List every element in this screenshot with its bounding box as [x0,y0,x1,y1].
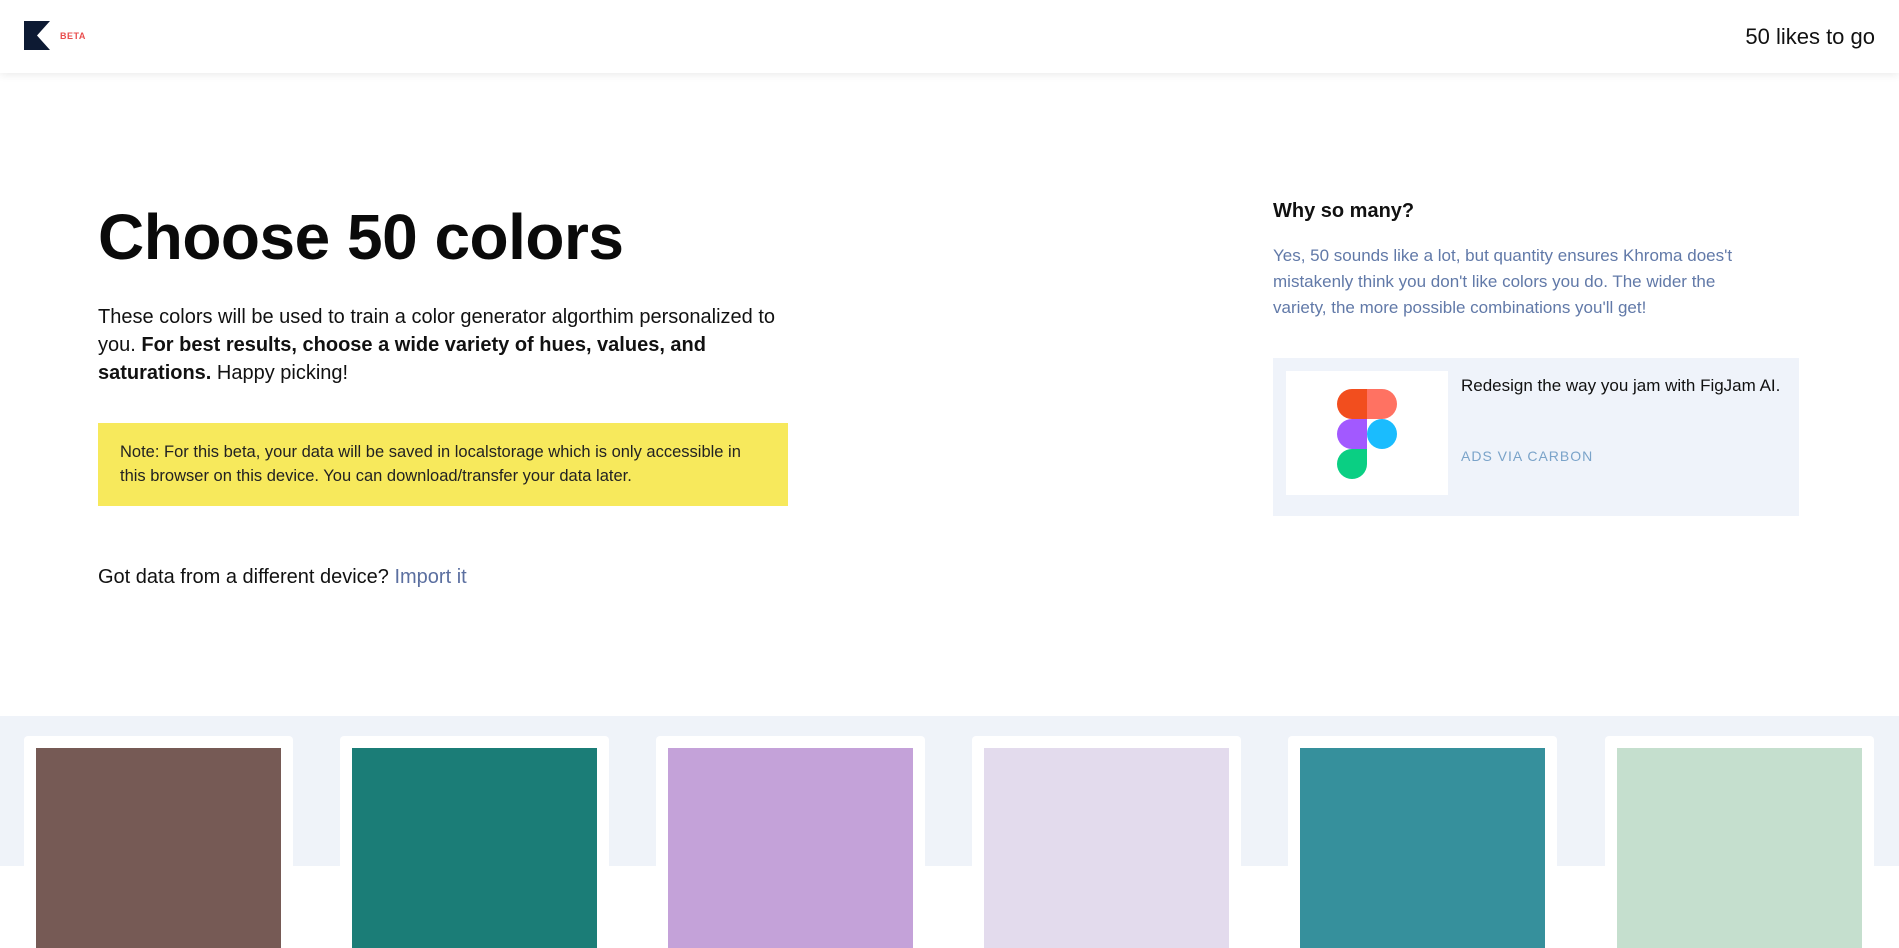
swatch-card[interactable] [340,736,609,948]
intro-text-bold: For best results, choose a wide variety … [98,334,706,384]
intro-text-end: Happy picking! [211,362,349,384]
figma-logo-icon [1337,389,1397,479]
swatch-card[interactable] [1605,736,1874,948]
import-link[interactable]: Import it [394,566,466,588]
beta-note: Note: For this beta, your data will be s… [98,423,788,506]
khroma-logo-link[interactable]: BETA [24,21,86,50]
swatch-card[interactable] [24,736,293,948]
khroma-logo-icon [24,21,50,50]
swatch-color [1617,748,1862,948]
ad-text-link[interactable]: Redesign the way you jam with FigJam AI. [1461,373,1781,399]
swatch-color [1300,748,1545,948]
import-prompt-text: Got data from a different device? [98,566,395,588]
beta-badge: BETA [60,31,86,41]
swatch-color [352,748,597,948]
why-so-many-heading: Why so many? [1273,200,1415,222]
swatch-card[interactable] [656,736,925,948]
swatch-grid [0,716,1899,948]
ads-via-carbon-link[interactable]: ADS VIA CARBON [1461,448,1593,464]
carbon-ad[interactable]: Redesign the way you jam with FigJam AI.… [1273,358,1799,516]
import-prompt: Got data from a different device? Import… [98,566,467,589]
intro-description: These colors will be used to train a col… [98,303,778,387]
why-so-many-body: Yes, 50 sounds like a lot, but quantity … [1273,246,1733,317]
swatch-color [984,748,1229,948]
swatch-card[interactable] [972,736,1241,948]
swatch-color [36,748,281,948]
swatch-color [668,748,913,948]
top-header: BETA 50 likes to go [0,0,1899,73]
page: BETA 50 likes to go Choose 50 colors The… [0,0,1899,948]
ad-image[interactable] [1286,371,1448,495]
likes-counter: 50 likes to go [1745,24,1875,49]
page-title: Choose 50 colors [98,201,624,273]
swatch-card[interactable] [1288,736,1557,948]
